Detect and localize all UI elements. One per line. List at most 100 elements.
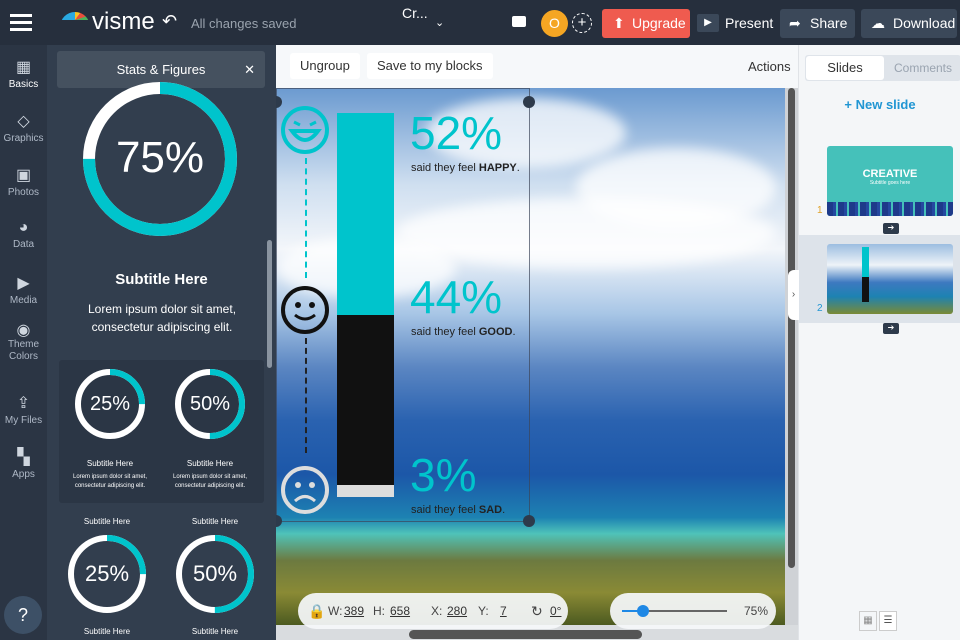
stat-value[interactable]: 52% bbox=[410, 106, 502, 160]
upgrade-button[interactable]: ⬆ Upgrade bbox=[602, 9, 690, 38]
width-label: W: bbox=[328, 604, 343, 618]
top-bar: visme ↶ All changes saved Cr... ⌄ O + ⬆ U… bbox=[0, 0, 960, 45]
list-view-icon[interactable]: ☰ bbox=[879, 611, 897, 631]
cloud-download-icon: ☁ bbox=[871, 15, 885, 31]
rail-item-theme-colors[interactable]: ◉ Theme Colors bbox=[0, 322, 47, 363]
slide-number: 1 bbox=[817, 205, 823, 216]
rail-item-graphics[interactable]: ◇ Graphics bbox=[0, 111, 47, 144]
stat-value[interactable]: 3% bbox=[410, 448, 476, 502]
resize-handle[interactable] bbox=[523, 515, 535, 527]
ungroup-button[interactable]: Ungroup bbox=[290, 53, 360, 79]
big-stat-value: 75% bbox=[115, 133, 205, 182]
rail-item-basics[interactable]: ▦ Basics bbox=[0, 57, 47, 90]
share-label: Share bbox=[810, 15, 848, 31]
transition-icon[interactable]: ➔ bbox=[883, 323, 899, 334]
rail-item-data[interactable]: ◕ Data bbox=[0, 219, 47, 250]
undo-icon[interactable]: ↶ bbox=[162, 11, 177, 32]
card-text: Lorem ipsum dolor sit amet, consectetur … bbox=[172, 474, 248, 489]
help-button[interactable]: ? bbox=[4, 596, 42, 634]
thumb-title: CREATIVE bbox=[862, 168, 918, 180]
card-value: 50% bbox=[192, 561, 238, 586]
document-title[interactable]: Cr... bbox=[402, 5, 428, 21]
rail-label: Photos bbox=[7, 187, 40, 198]
present-button[interactable]: Present bbox=[725, 15, 773, 31]
caption-emphasis: HAPPY bbox=[478, 162, 517, 174]
bar-segment-good bbox=[337, 314, 394, 486]
slide-canvas[interactable]: 52% said they feel HAPPY. 44% said they fee… bbox=[276, 88, 785, 625]
y-value[interactable]: 7 bbox=[500, 593, 507, 629]
play-icon[interactable]: ▶ bbox=[697, 14, 719, 32]
big-stat-subtitle: Subtitle Here bbox=[115, 271, 208, 288]
zoom-slider-thumb[interactable] bbox=[637, 605, 649, 617]
y-label: Y: bbox=[478, 604, 489, 618]
card-subtitle-top: Subtitle Here bbox=[191, 517, 239, 526]
x-label: X: bbox=[431, 604, 443, 618]
connector-line bbox=[305, 158, 307, 278]
caption-emphasis: GOOD bbox=[478, 326, 513, 338]
panel-scrollbar[interactable] bbox=[267, 240, 272, 368]
tab-comments[interactable]: Comments bbox=[885, 56, 960, 80]
neutral-smile-icon[interactable] bbox=[280, 285, 330, 335]
x-value[interactable]: 280 bbox=[447, 593, 467, 629]
slide-thumbnail-1[interactable]: CREATIVE Subtitle goes here bbox=[827, 146, 953, 216]
big-stat-text: Lorem ipsum dolor sit amet, consectetur … bbox=[87, 302, 237, 334]
slide-thumbnail-2[interactable] bbox=[827, 244, 953, 314]
new-slide-button[interactable]: + New slide bbox=[799, 97, 960, 112]
card-subtitle: Subtitle Here bbox=[86, 459, 134, 468]
save-to-blocks-button[interactable]: Save to my blocks bbox=[367, 53, 493, 79]
rail-item-apps[interactable]: ▚ Apps bbox=[0, 447, 47, 480]
download-button[interactable]: ☁ Download bbox=[861, 9, 957, 38]
height-value[interactable]: 658 bbox=[390, 593, 410, 629]
rail-item-media[interactable]: ▶ Media bbox=[0, 273, 47, 306]
vertical-scroll-track bbox=[785, 88, 798, 625]
slide-number: 2 bbox=[817, 303, 823, 314]
rail-label: My Files bbox=[4, 415, 43, 426]
rail-item-photos[interactable]: ▣ Photos bbox=[0, 165, 47, 198]
transition-icon[interactable]: ➔ bbox=[883, 223, 899, 234]
grid-view-icon[interactable]: ▦ bbox=[859, 611, 877, 631]
collapse-panel-chevron-icon[interactable]: › bbox=[788, 270, 799, 320]
stacked-bar[interactable] bbox=[337, 113, 394, 497]
visme-logo-icon[interactable] bbox=[60, 12, 90, 28]
height-label: H: bbox=[373, 604, 385, 618]
happy-face-icon[interactable] bbox=[280, 105, 330, 155]
bar-segment-happy bbox=[337, 113, 394, 315]
rail-item-my-files[interactable]: ⇪ My Files bbox=[0, 393, 47, 426]
horizontal-scrollbar[interactable] bbox=[409, 630, 642, 639]
thumb-subtitle: Subtitle goes here bbox=[869, 180, 911, 186]
width-value[interactable]: 389 bbox=[344, 593, 364, 629]
palette-icon: ◉ bbox=[16, 322, 31, 339]
stats-panel: Stats & Figures ✕ 75% Subtitle Here Lorem… bbox=[47, 45, 276, 640]
chevron-down-icon[interactable]: ⌄ bbox=[435, 16, 444, 29]
menu-icon[interactable] bbox=[10, 14, 32, 31]
comment-icon[interactable] bbox=[512, 16, 526, 27]
panel-title: Stats & Figures bbox=[116, 62, 206, 77]
close-icon[interactable]: ✕ bbox=[244, 51, 255, 88]
rotation-value[interactable]: 0° bbox=[550, 593, 561, 629]
brand-name[interactable]: visme bbox=[92, 8, 155, 36]
resize-handle[interactable] bbox=[523, 96, 535, 108]
tab-slides[interactable]: Slides bbox=[806, 56, 884, 80]
caption-prefix: said they feel bbox=[411, 504, 479, 516]
sad-face-icon[interactable] bbox=[280, 465, 330, 515]
stat-caption[interactable]: said they feel SAD. bbox=[411, 504, 505, 516]
download-label: Download bbox=[893, 15, 956, 31]
lock-icon[interactable]: 🔒 bbox=[308, 593, 325, 629]
connector-line bbox=[305, 338, 307, 453]
add-collaborator-icon[interactable]: + bbox=[572, 13, 592, 33]
apps-icon: ▚ bbox=[17, 449, 30, 466]
pie-chart-icon: ◕ bbox=[18, 219, 29, 236]
caption-emphasis: SAD bbox=[478, 504, 503, 516]
stat-caption[interactable]: said they feel HAPPY. bbox=[411, 162, 520, 174]
card-subtitle: Subtitle Here bbox=[186, 459, 234, 468]
stat-value[interactable]: 44% bbox=[410, 270, 502, 324]
caption-suffix: . bbox=[512, 326, 516, 338]
slides-panel: Slides Comments + New slide 1 CREATIVE S… bbox=[788, 45, 960, 640]
avatar[interactable]: O bbox=[541, 10, 568, 37]
vertical-scrollbar[interactable] bbox=[788, 88, 795, 568]
stat-caption[interactable]: said they feel GOOD. bbox=[411, 326, 516, 338]
zoom-slider[interactable] bbox=[622, 605, 727, 617]
share-button[interactable]: ➦ Share bbox=[780, 9, 855, 38]
actions-menu[interactable]: Actions bbox=[748, 59, 791, 74]
rail-label: Graphics bbox=[3, 133, 44, 144]
